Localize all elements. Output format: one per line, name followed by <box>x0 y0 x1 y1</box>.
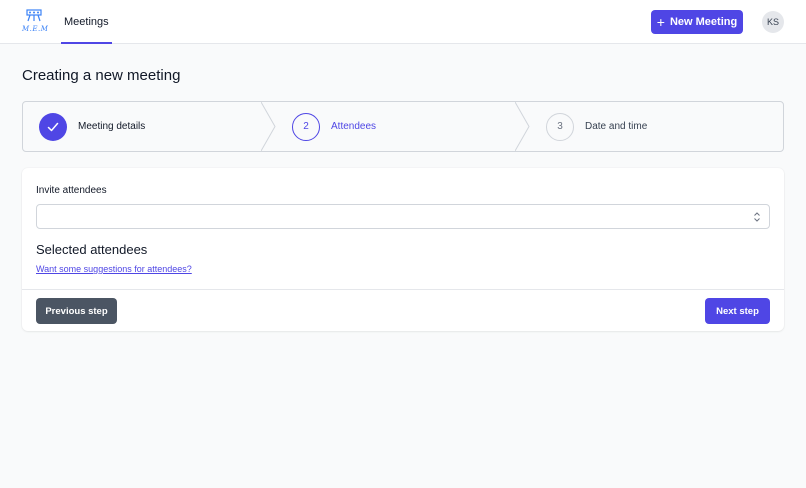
step-separator-icon <box>515 102 530 151</box>
step-meeting-details[interactable]: Meeting details <box>39 102 145 151</box>
new-meeting-label: New Meeting <box>669 16 738 28</box>
attendees-card: Invite attendees Selected attendees Want… <box>22 168 784 331</box>
card-divider <box>22 289 784 290</box>
user-avatar[interactable]: KS <box>762 11 784 33</box>
new-meeting-button[interactable]: + New Meeting <box>651 10 743 34</box>
next-step-button[interactable]: Next step <box>705 298 770 324</box>
step-number: 3 <box>546 112 574 141</box>
check-icon <box>39 112 67 141</box>
invite-attendees-label: Invite attendees <box>36 185 107 196</box>
select-arrows-icon <box>754 212 760 222</box>
stepper: Meeting details 2 Attendees 3 Date and t… <box>22 101 784 152</box>
step-date-and-time[interactable]: 3 Date and time <box>546 102 647 151</box>
step-label: Meeting details <box>78 121 146 132</box>
tab-meetings[interactable]: Meetings <box>61 0 112 44</box>
previous-step-button[interactable]: Previous step <box>36 298 117 324</box>
page-title: Creating a new meeting <box>22 67 181 84</box>
logo-text: M.E.M <box>22 25 49 33</box>
step-separator-icon <box>261 102 276 151</box>
step-label: Date and time <box>585 121 648 132</box>
step-label: Attendees <box>331 121 377 132</box>
app-logo[interactable]: M.E.M <box>22 9 49 35</box>
selected-attendees-heading: Selected attendees <box>36 242 148 257</box>
suggestions-link[interactable]: Want some suggestions for attendees? <box>36 264 192 274</box>
plus-icon: + <box>656 14 665 30</box>
logo-icon <box>26 9 42 22</box>
step-number: 2 <box>292 112 320 141</box>
top-navigation-bar: M.E.M Meetings + New Meeting KS <box>0 0 806 44</box>
invite-attendees-select[interactable] <box>36 204 770 229</box>
step-attendees[interactable]: 2 Attendees <box>292 102 376 151</box>
